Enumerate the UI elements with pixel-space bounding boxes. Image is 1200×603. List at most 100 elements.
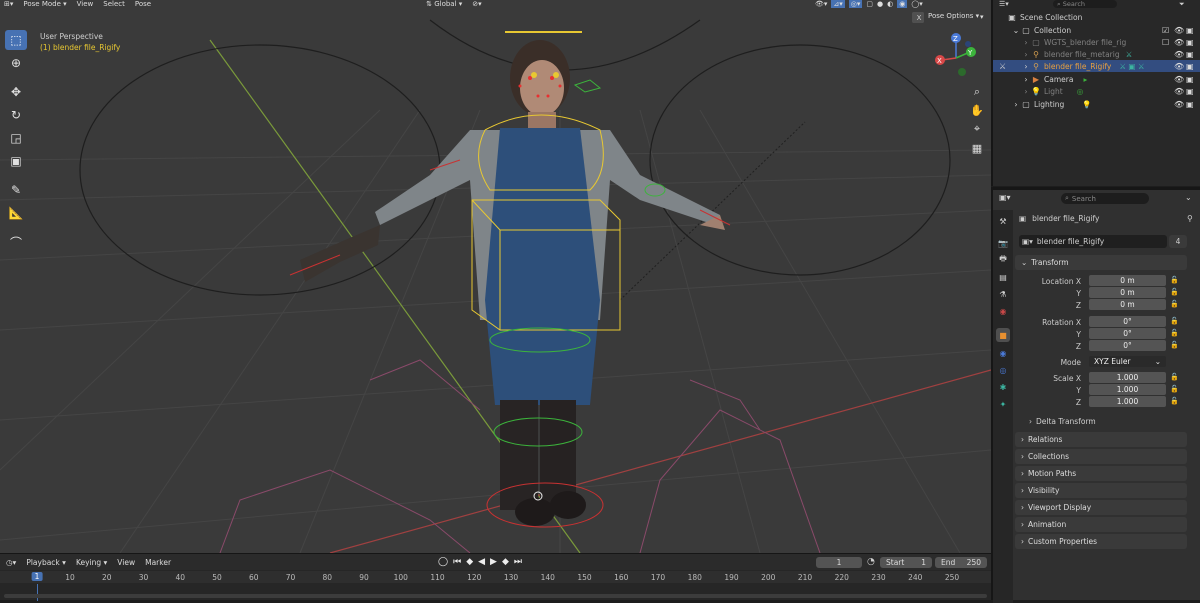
scene-tab-icon[interactable]: ⚗ bbox=[996, 287, 1010, 301]
outliner-row-wgts[interactable]: › ▢ WGTS_blender file_rig ☐ 👁 ▣ bbox=[993, 36, 1200, 48]
menu-pose[interactable]: Pose bbox=[135, 0, 151, 8]
animation-panel[interactable]: › Animation bbox=[1015, 517, 1187, 532]
3d-viewport[interactable]: ⊞▾ Pose Mode ▾ View Select Pose ⇅ Global… bbox=[0, 0, 991, 553]
expand-arrow-icon[interactable]: › bbox=[1021, 38, 1031, 47]
expand-arrow-icon[interactable]: › bbox=[1021, 75, 1031, 84]
relax-icon[interactable]: ⌒ bbox=[5, 232, 27, 252]
outliner-editor-icon[interactable]: ☰▾ bbox=[999, 0, 1009, 8]
eye-icon[interactable]: 👁 bbox=[1174, 87, 1184, 96]
select-box-icon[interactable]: ⬚ bbox=[5, 30, 27, 50]
custom-properties-panel[interactable]: › Custom Properties bbox=[1015, 534, 1187, 549]
lock-icon[interactable]: 🔓 bbox=[1170, 341, 1179, 349]
lock-icon[interactable]: 🔓 bbox=[1170, 288, 1179, 296]
record-icon[interactable]: ◯ bbox=[438, 557, 448, 567]
properties-editor[interactable]: ▣▾ ⌕ Search ⌄ ⚒ 📷 🖶 ▤ ⚗ ◉ ■ ◉ ◎ ✱ ✦ ▣ bl… bbox=[991, 187, 1200, 603]
location-x-field[interactable]: 0 m bbox=[1089, 275, 1166, 286]
eye-icon[interactable]: 👁 bbox=[1174, 50, 1184, 59]
rotate-icon[interactable]: ↻ bbox=[5, 105, 27, 125]
physics-tab-icon[interactable]: ◎ bbox=[996, 363, 1010, 377]
rotation-z-field[interactable]: 0° bbox=[1089, 340, 1166, 351]
play-icon[interactable]: ▶ bbox=[490, 557, 497, 567]
camera-render-icon[interactable]: ▣ bbox=[1186, 26, 1194, 35]
user-count-field[interactable]: 4 bbox=[1169, 235, 1187, 248]
expand-arrow-icon[interactable]: › bbox=[1021, 87, 1031, 96]
expand-arrow-icon[interactable]: ⌄ bbox=[1011, 26, 1021, 35]
lock-icon[interactable]: 🔓 bbox=[1170, 317, 1179, 325]
jump-start-icon[interactable]: ⏮ bbox=[453, 557, 461, 567]
motion-paths-panel[interactable]: › Motion Paths bbox=[1015, 466, 1187, 481]
tool-tab-icon[interactable]: ⚒ bbox=[996, 214, 1010, 228]
object-data-tab-icon[interactable]: ✱ bbox=[996, 380, 1010, 394]
shading-solid-icon[interactable]: ● bbox=[877, 0, 883, 8]
viewport-display-panel[interactable]: › Viewport Display bbox=[1015, 500, 1187, 515]
pan-hand-icon[interactable]: ✋ bbox=[968, 101, 986, 119]
clock-icon[interactable]: ◷▾ bbox=[6, 558, 16, 567]
checkbox-icon[interactable]: ☑ bbox=[1162, 26, 1169, 35]
rotation-x-field[interactable]: 0° bbox=[1089, 316, 1166, 327]
rotation-mode-select[interactable]: XYZ Euler ⌄ bbox=[1089, 356, 1166, 367]
lock-icon[interactable]: 🔓 bbox=[1170, 329, 1179, 337]
outliner[interactable]: ☰▾ ⌕ Search ⏷ ▣ Scene Collection ⌄ ▢ Col… bbox=[991, 0, 1200, 186]
relations-panel[interactable]: › Relations bbox=[1015, 432, 1187, 447]
properties-search-input[interactable]: ⌕ Search bbox=[1061, 193, 1149, 204]
timeline-editor[interactable]: ◷▾ Playback ▾ Keying ▾ View Marker ◯ ⏮ ◆… bbox=[0, 553, 991, 601]
measure-icon[interactable]: 📐 bbox=[5, 203, 27, 223]
view-layer-tab-icon[interactable]: ▤ bbox=[996, 270, 1010, 284]
delta-transform-subpanel[interactable]: › Delta Transform bbox=[1029, 417, 1096, 426]
bone-tab-icon[interactable]: ✦ bbox=[996, 397, 1010, 411]
outliner-scene-collection[interactable]: ▣ Scene Collection bbox=[993, 11, 1200, 23]
modifier-tab-icon[interactable]: ◉ bbox=[996, 346, 1010, 360]
outliner-row-metarig[interactable]: › ⚲ blender file_metarig ⚔ 👁 ▣ bbox=[993, 48, 1200, 60]
camera-render-icon[interactable]: ▣ bbox=[1186, 87, 1194, 96]
jump-end-icon[interactable]: ⏭ bbox=[514, 557, 522, 567]
shading-options-icon[interactable]: ◯▾ bbox=[911, 0, 922, 8]
render-tab-icon[interactable]: 📷 bbox=[996, 236, 1010, 250]
eye-icon[interactable]: 👁 bbox=[1174, 100, 1184, 109]
properties-editor-icon[interactable]: ▣▾ bbox=[999, 193, 1011, 202]
annotate-icon[interactable]: ✎ bbox=[5, 180, 27, 200]
menu-timeline-view[interactable]: View bbox=[117, 558, 135, 567]
play-reverse-icon[interactable]: ◀ bbox=[478, 557, 485, 567]
stopwatch-icon[interactable]: ◔ bbox=[867, 557, 875, 567]
scale-x-field[interactable]: 1.000 bbox=[1089, 372, 1166, 383]
expand-arrow-icon[interactable]: › bbox=[1021, 62, 1031, 71]
grid-view-icon[interactable]: ▦ bbox=[968, 139, 986, 157]
navigation-gizmo[interactable]: Z Y X bbox=[932, 30, 976, 80]
lock-icon[interactable]: 🔓 bbox=[1170, 385, 1179, 393]
object-tab-icon[interactable]: ■ bbox=[996, 328, 1010, 342]
camera-render-icon[interactable]: ▣ bbox=[1186, 100, 1194, 109]
pose-options-dropdown[interactable]: Pose Options ▾ bbox=[928, 12, 979, 20]
properties-options-icon[interactable]: ⌄ bbox=[1185, 193, 1192, 202]
close-region-button[interactable]: X bbox=[914, 12, 924, 23]
transform-icon[interactable]: ▣ bbox=[5, 151, 27, 171]
start-frame-field[interactable]: Start 1 bbox=[880, 557, 932, 568]
shading-material-icon[interactable]: ◐ bbox=[887, 0, 893, 8]
cursor-icon[interactable]: ⊕ bbox=[5, 53, 27, 73]
mode-selector[interactable]: Pose Mode ▾ bbox=[23, 0, 66, 8]
expand-arrow-icon[interactable]: › bbox=[1011, 100, 1021, 109]
camera-render-icon[interactable]: ▣ bbox=[1186, 38, 1194, 47]
overlay-toggle-icon[interactable]: ◎▾ bbox=[848, 0, 863, 8]
world-tab-icon[interactable]: ◉ bbox=[996, 304, 1010, 318]
output-tab-icon[interactable]: 🖶 bbox=[996, 253, 1010, 267]
location-z-field[interactable]: 0 m bbox=[1089, 299, 1166, 310]
pose-mode-icon[interactable]: ⚔ bbox=[999, 62, 1006, 71]
editor-type-icon[interactable]: ⊞▾ bbox=[4, 0, 13, 8]
camera-view-icon[interactable]: ⌖ bbox=[968, 120, 986, 138]
lock-icon[interactable]: 🔓 bbox=[1170, 397, 1179, 405]
visibility-icon[interactable]: 👁▾ bbox=[815, 0, 827, 8]
outliner-row-lighting[interactable]: › ▢ Lighting 💡 👁 ▣ bbox=[993, 98, 1200, 110]
scale-z-field[interactable]: 1.000 bbox=[1089, 396, 1166, 407]
menu-marker[interactable]: Marker bbox=[145, 558, 171, 567]
outliner-search-input[interactable]: ⌕ Search bbox=[1053, 0, 1117, 8]
current-frame-field[interactable]: 1 bbox=[816, 557, 862, 568]
eye-icon[interactable]: 👁 bbox=[1174, 38, 1184, 47]
menu-keying[interactable]: Keying ▾ bbox=[76, 558, 107, 567]
next-keyframe-icon[interactable]: ◆ bbox=[502, 557, 509, 567]
zoom-icon[interactable]: ⌕ bbox=[968, 83, 986, 101]
outliner-row-collection[interactable]: ⌄ ▢ Collection ☑ 👁 ▣ bbox=[993, 24, 1200, 36]
playhead[interactable] bbox=[37, 584, 38, 601]
pin-icon[interactable]: ⚲ bbox=[1187, 214, 1193, 223]
collections-panel[interactable]: › Collections bbox=[1015, 449, 1187, 464]
menu-playback[interactable]: Playback ▾ bbox=[26, 558, 66, 567]
